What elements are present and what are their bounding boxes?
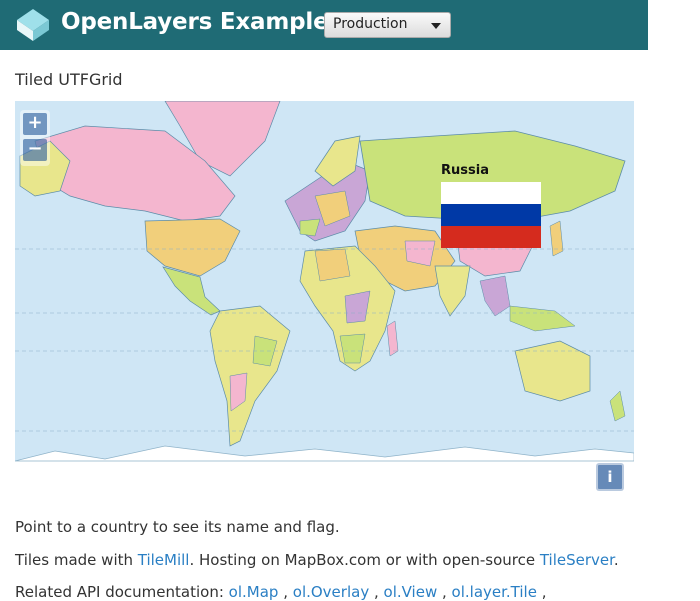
version-select-value: Production (333, 16, 408, 32)
openlayers-logo-icon[interactable] (14, 6, 52, 44)
tiles-middle: . Hosting on MapBox.com or with open-sou… (189, 551, 540, 569)
api-link-ol-overlay[interactable]: ol.Overlay (293, 583, 369, 601)
flag-stripe-white (441, 182, 541, 204)
country-flag (441, 182, 541, 248)
api-docs-text: Related API documentation: ol.Map , ol.O… (15, 583, 547, 601)
tilemill-link[interactable]: TileMill (138, 551, 190, 569)
version-select[interactable]: Production (324, 12, 451, 38)
zoom-out-button[interactable]: − (23, 139, 47, 161)
api-link-ol-layer-tile[interactable]: ol.layer.Tile (452, 583, 537, 601)
country-name: Russia (441, 163, 489, 178)
attribution-info-button[interactable]: i (596, 463, 624, 491)
world-map-tiles (15, 101, 634, 501)
country-info-overlay: Russia (441, 163, 541, 248)
api-link-ol-map[interactable]: ol.Map (229, 583, 279, 601)
map-viewport[interactable]: + − Russia i (15, 101, 634, 501)
top-navbar: OpenLayers Examples Production (0, 0, 648, 50)
zoom-control: + − (20, 110, 50, 166)
api-link-ol-view[interactable]: ol.View (384, 583, 438, 601)
api-prefix: Related API documentation: (15, 583, 229, 601)
zoom-in-button[interactable]: + (23, 113, 47, 135)
flag-stripe-blue (441, 204, 541, 226)
flag-stripe-red (441, 226, 541, 248)
tiles-suffix: . (613, 551, 619, 569)
chevron-down-icon (431, 23, 441, 29)
tileserver-link[interactable]: TileServer (540, 551, 614, 569)
page-title: Tiled UTFGrid (15, 70, 123, 89)
instruction-text: Point to a country to see its name and f… (15, 518, 340, 536)
tiles-prefix: Tiles made with (15, 551, 138, 569)
tiles-credit-text: Tiles made with TileMill. Hosting on Map… (15, 551, 619, 569)
brand-title[interactable]: OpenLayers Examples (61, 9, 342, 35)
